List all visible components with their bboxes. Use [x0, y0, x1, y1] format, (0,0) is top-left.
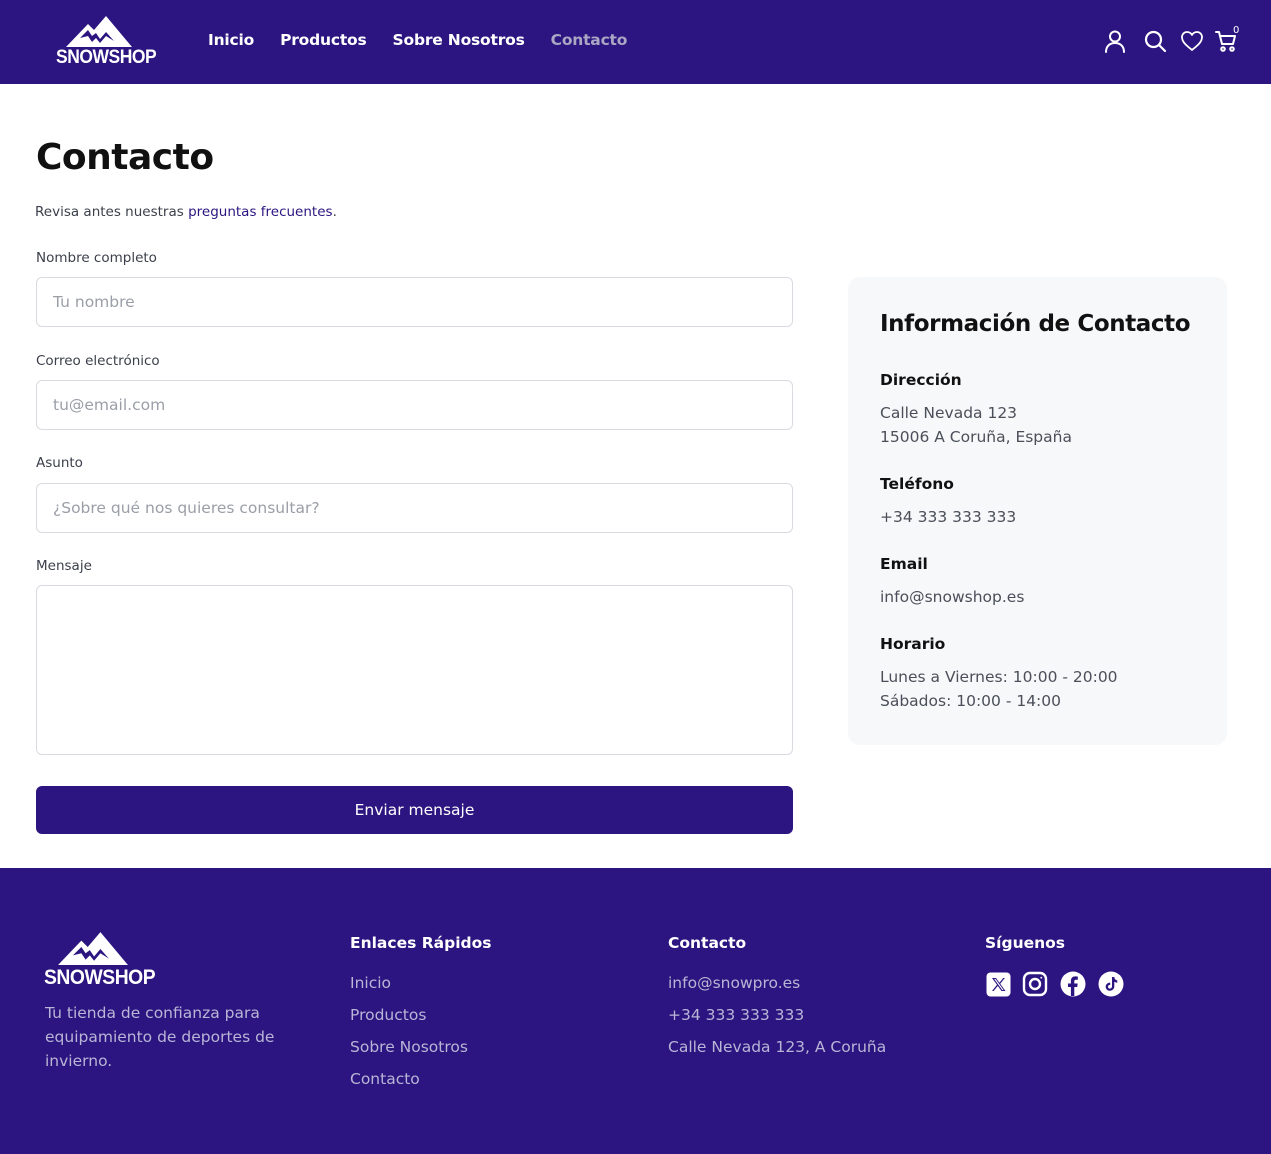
phone-label: Teléfono	[880, 475, 954, 493]
nav-item-inicio[interactable]: Inicio	[208, 31, 254, 49]
footer-address: Calle Nevada 123, A Coruña	[668, 1038, 887, 1056]
phone-value: +34 333 333 333	[880, 508, 1017, 526]
footer-logo[interactable]: SNOWSHOP	[44, 930, 156, 992]
facebook-icon[interactable]	[1060, 971, 1086, 997]
faq-link[interactable]: preguntas frecuentes	[188, 204, 333, 220]
message-field[interactable]	[36, 585, 793, 755]
address-line-2: 15006 A Coruña, España	[880, 428, 1072, 446]
main-nav: Inicio Productos Sobre Nosotros Contacto	[208, 31, 653, 49]
nav-item-productos[interactable]: Productos	[280, 31, 367, 49]
heart-icon[interactable]	[1178, 27, 1206, 55]
subject-label: Asunto	[36, 455, 83, 471]
social-title: Síguenos	[985, 934, 1066, 952]
hours-label: Horario	[880, 635, 946, 653]
page-title: Contacto	[36, 137, 214, 178]
hours-line-2: Sábados: 10:00 - 14:00	[880, 692, 1062, 710]
address-label: Dirección	[880, 371, 962, 389]
footer-link-inicio[interactable]: Inicio	[350, 974, 391, 992]
message-label: Mensaje	[36, 558, 92, 574]
cart-count-badge: 0	[1233, 25, 1240, 36]
footer-link-contacto[interactable]: Contacto	[350, 1070, 420, 1088]
footer-phone: +34 333 333 333	[668, 1006, 805, 1024]
send-message-button[interactable]: Enviar mensaje	[36, 786, 793, 834]
footer-email-link[interactable]: info@snowpro.es	[668, 974, 800, 992]
name-field[interactable]	[36, 277, 793, 327]
user-icon[interactable]	[1101, 27, 1129, 55]
quick-links-title: Enlaces Rápidos	[350, 934, 492, 952]
x-icon[interactable]	[985, 971, 1011, 997]
footer-tagline: Tu tienda de confianza para equipamiento…	[45, 1004, 275, 1070]
contact-info-title: Información de Contacto	[880, 311, 1191, 337]
header-logo[interactable]: SNOWSHOP	[56, 14, 157, 72]
logo-wordmark: SNOWSHOP	[56, 47, 157, 68]
mountain-logo-icon	[58, 932, 128, 965]
footer-logo-wordmark: SNOWSHOP	[44, 966, 156, 989]
mountain-logo-icon	[66, 16, 132, 47]
instagram-icon[interactable]	[1022, 971, 1048, 997]
nav-item-contacto[interactable]: Contacto	[551, 31, 628, 49]
nav-item-sobre-nosotros[interactable]: Sobre Nosotros	[393, 31, 525, 49]
address-line-1: Calle Nevada 123	[880, 404, 1018, 422]
site-header: SNOWSHOP Inicio Productos Sobre Nosotros…	[0, 0, 1271, 84]
search-icon[interactable]	[1141, 27, 1169, 55]
subject-field[interactable]	[36, 483, 793, 533]
email-info-value: info@snowshop.es	[880, 588, 1025, 606]
name-label: Nombre completo	[36, 250, 157, 266]
footer-link-sobre-nosotros[interactable]: Sobre Nosotros	[350, 1038, 468, 1056]
email-field[interactable]	[36, 380, 793, 430]
intro-prefix: Revisa antes nuestras	[35, 204, 189, 220]
site-footer: SNOWSHOP Tu tienda de confianza para equ…	[0, 868, 1271, 1154]
intro-text: Revisa antes nuestras preguntas frecuent…	[35, 204, 337, 220]
tiktok-icon[interactable]	[1098, 971, 1124, 997]
footer-contact-title: Contacto	[668, 934, 747, 952]
footer-link-productos[interactable]: Productos	[350, 1006, 426, 1024]
intro-suffix: .	[332, 204, 337, 220]
contact-info-card: Información de Contacto Dirección Calle …	[848, 277, 1227, 745]
email-info-label: Email	[880, 555, 928, 573]
hours-line-1: Lunes a Viernes: 10:00 - 20:00	[880, 668, 1118, 686]
email-label: Correo electrónico	[36, 353, 160, 369]
